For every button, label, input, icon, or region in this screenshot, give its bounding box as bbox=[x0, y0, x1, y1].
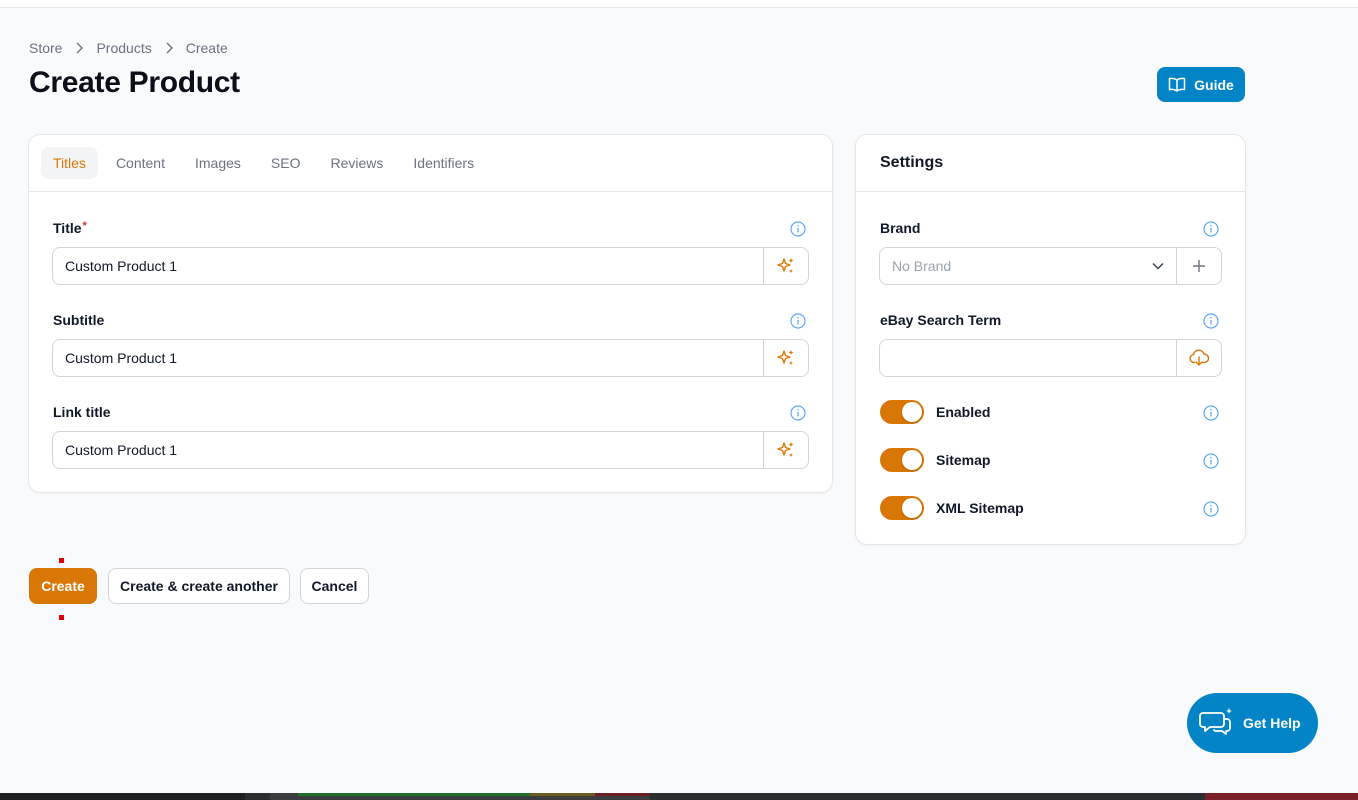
chevron-right-icon bbox=[165, 42, 173, 54]
sitemap-label: Sitemap bbox=[936, 452, 991, 468]
title-label-text: Title bbox=[53, 220, 82, 236]
taskbar-segment bbox=[595, 793, 650, 796]
xml-sitemap-label: XML Sitemap bbox=[936, 500, 1024, 516]
cancel-button[interactable]: Cancel bbox=[300, 568, 369, 604]
guide-button-label: Guide bbox=[1194, 76, 1234, 93]
get-help-button[interactable]: Get Help bbox=[1187, 693, 1318, 753]
info-icon[interactable] bbox=[790, 405, 806, 421]
plus-icon bbox=[1192, 259, 1206, 273]
ebay-search-input[interactable] bbox=[880, 340, 1176, 376]
breadcrumb-products[interactable]: Products bbox=[96, 40, 151, 56]
info-icon[interactable] bbox=[1203, 221, 1219, 237]
subtitle-generate-button[interactable] bbox=[763, 340, 808, 376]
taskbar-segment bbox=[530, 793, 595, 796]
info-icon[interactable] bbox=[790, 313, 806, 329]
tab-seo[interactable]: SEO bbox=[259, 147, 313, 179]
chevron-down-icon bbox=[1152, 262, 1164, 270]
sparkles-icon bbox=[776, 256, 796, 276]
breadcrumb-store[interactable]: Store bbox=[29, 40, 62, 56]
ebay-search-input-group bbox=[879, 339, 1222, 377]
toggle-knob bbox=[902, 402, 922, 422]
taskbar-segment bbox=[1205, 793, 1358, 800]
sitemap-toggle[interactable] bbox=[880, 448, 924, 472]
title-input[interactable] bbox=[53, 248, 763, 284]
title-input-group bbox=[52, 247, 809, 285]
toggle-knob bbox=[902, 498, 922, 518]
add-brand-button[interactable] bbox=[1176, 248, 1221, 284]
cursor-marker bbox=[59, 615, 64, 620]
tab-content[interactable]: Content bbox=[104, 147, 177, 179]
tab-reviews[interactable]: Reviews bbox=[318, 147, 395, 179]
link-title-label: Link title bbox=[53, 404, 111, 420]
cloud-download-icon bbox=[1189, 349, 1209, 367]
subtitle-input-group bbox=[52, 339, 809, 377]
link-title-generate-button[interactable] bbox=[763, 432, 808, 468]
top-bar bbox=[0, 0, 1358, 8]
tab-identifiers[interactable]: Identifiers bbox=[401, 147, 486, 179]
ebay-fetch-button[interactable] bbox=[1176, 340, 1221, 376]
get-help-label: Get Help bbox=[1243, 715, 1301, 731]
brand-label: Brand bbox=[880, 220, 921, 236]
info-icon[interactable] bbox=[790, 221, 806, 237]
brand-select-group: No Brand bbox=[879, 247, 1222, 285]
required-mark: * bbox=[82, 220, 87, 232]
book-open-icon bbox=[1168, 77, 1186, 93]
info-icon[interactable] bbox=[1203, 405, 1219, 421]
xml-sitemap-toggle-row: XML Sitemap bbox=[880, 496, 1024, 520]
enabled-toggle-row: Enabled bbox=[880, 400, 990, 424]
sitemap-toggle-row: Sitemap bbox=[880, 448, 990, 472]
breadcrumb-create: Create bbox=[185, 40, 228, 56]
sparkles-icon bbox=[776, 348, 796, 368]
cursor-marker bbox=[59, 558, 64, 563]
link-title-input[interactable] bbox=[53, 432, 763, 468]
create-another-button[interactable]: Create & create another bbox=[108, 568, 290, 604]
os-taskbar bbox=[0, 793, 1358, 800]
tab-bar: Titles Content Images SEO Reviews Identi… bbox=[29, 135, 832, 192]
settings-card: Settings Brand No Brand eBay Search Term bbox=[855, 134, 1246, 545]
chat-bubbles-icon bbox=[1199, 707, 1235, 739]
taskbar-segment bbox=[0, 793, 245, 800]
brand-select-value: No Brand bbox=[892, 258, 952, 274]
sparkles-icon bbox=[776, 440, 796, 460]
taskbar-segment bbox=[298, 793, 530, 796]
info-icon[interactable] bbox=[1203, 453, 1219, 469]
title-generate-button[interactable] bbox=[763, 248, 808, 284]
subtitle-label: Subtitle bbox=[53, 312, 105, 328]
link-title-input-group bbox=[52, 431, 809, 469]
create-button[interactable]: Create bbox=[29, 568, 97, 604]
settings-title: Settings bbox=[856, 135, 1245, 192]
title-label: Title* bbox=[53, 220, 87, 236]
xml-sitemap-toggle[interactable] bbox=[880, 496, 924, 520]
guide-button[interactable]: Guide bbox=[1157, 67, 1245, 102]
titles-card: Titles Content Images SEO Reviews Identi… bbox=[28, 134, 833, 493]
brand-select[interactable]: No Brand bbox=[880, 248, 1176, 284]
enabled-toggle[interactable] bbox=[880, 400, 924, 424]
tab-images[interactable]: Images bbox=[183, 147, 253, 179]
page-title: Create Product bbox=[29, 66, 240, 99]
info-icon[interactable] bbox=[1203, 313, 1219, 329]
breadcrumb: Store Products Create bbox=[29, 40, 228, 56]
subtitle-input[interactable] bbox=[53, 340, 763, 376]
toggle-knob bbox=[902, 450, 922, 470]
enabled-label: Enabled bbox=[936, 404, 991, 420]
ebay-search-label: eBay Search Term bbox=[880, 312, 1002, 328]
tab-titles[interactable]: Titles bbox=[41, 147, 98, 179]
info-icon[interactable] bbox=[1203, 501, 1219, 517]
chevron-right-icon bbox=[75, 42, 84, 54]
